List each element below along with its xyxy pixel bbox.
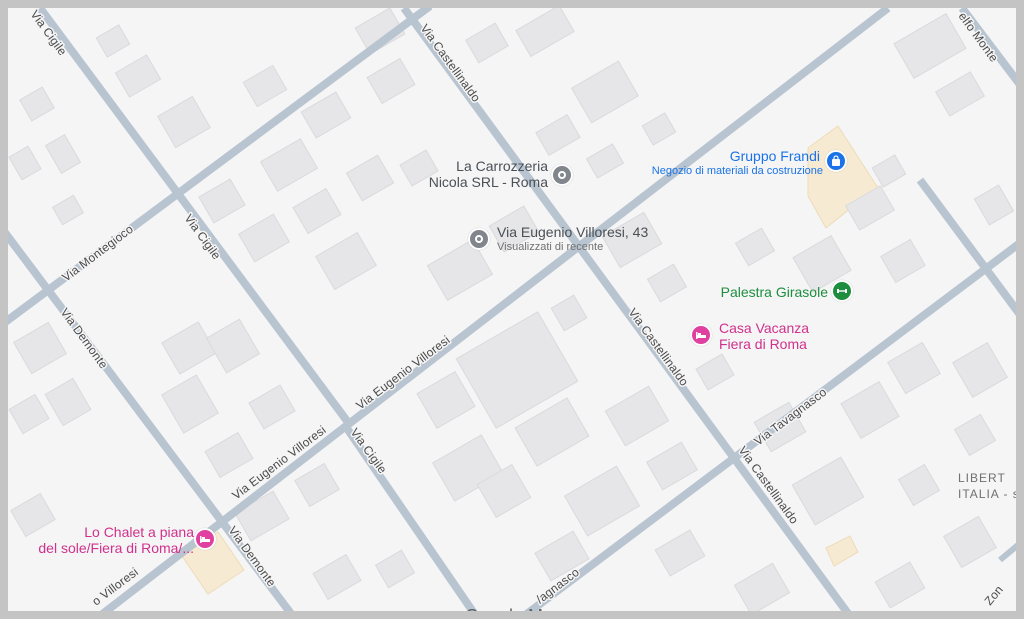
pin-icon[interactable] [551, 164, 573, 186]
street-label: Via Castellinaldo [626, 306, 692, 389]
map-attribution: Google Maps [465, 606, 572, 619]
street-label: Via Castellinaldo [736, 444, 802, 527]
bed-icon[interactable] [194, 528, 216, 550]
pin-icon[interactable] [468, 228, 490, 250]
street-label: Zon [982, 583, 1006, 608]
street-label: elfo Monte [956, 10, 1002, 65]
poi-subtitle: Visualizzati di recente [497, 241, 604, 253]
street-label: Via Castellinaldo [418, 22, 484, 105]
poi-title-line: Fiera di Roma [719, 336, 807, 352]
poi-title-line: Nicola SRL - Roma [428, 174, 548, 190]
poi-title[interactable]: Via Eugenio Villoresi, 43 [497, 224, 648, 240]
street-label: Via Montegioco [59, 222, 136, 285]
bed-icon[interactable] [690, 324, 712, 346]
poi-title[interactable]: Palestra Girasole [698, 284, 828, 300]
poi-title-line: del sole/Fiera di Roma/... [38, 540, 194, 556]
map-view[interactable]: Via Cigile Via Cigile Via Cigile Via Cas… [0, 0, 1024, 619]
poi-title[interactable]: Lo Chalet a piana del sole/Fiera di Roma… [28, 524, 194, 556]
poi-title-line: Lo Chalet a piana [84, 524, 194, 540]
poi-title[interactable]: Gruppo Frandi [668, 148, 820, 164]
street-labels: Via Cigile Via Cigile Via Cigile Via Cas… [26, 8, 1007, 610]
small-lot [825, 535, 859, 567]
area-label: LIBERT [958, 471, 1006, 485]
poi-title-line: La Carrozzeria [456, 158, 548, 174]
street-label: Via Cigile [348, 426, 390, 477]
poi-title[interactable]: Casa Vacanza Fiera di Roma [719, 320, 809, 352]
poi-subtitle: Negozio di materiali da costruzione [651, 165, 823, 177]
gym-icon[interactable] [831, 280, 853, 302]
poi-title[interactable]: La Carrozzeria Nicola SRL - Roma [400, 158, 548, 190]
area-label: ITALIA - s [958, 487, 1020, 501]
street-label: Via Demonte [58, 306, 111, 372]
shopping-bag-icon[interactable] [825, 150, 847, 172]
poi-title-line: Casa Vacanza [719, 320, 810, 336]
